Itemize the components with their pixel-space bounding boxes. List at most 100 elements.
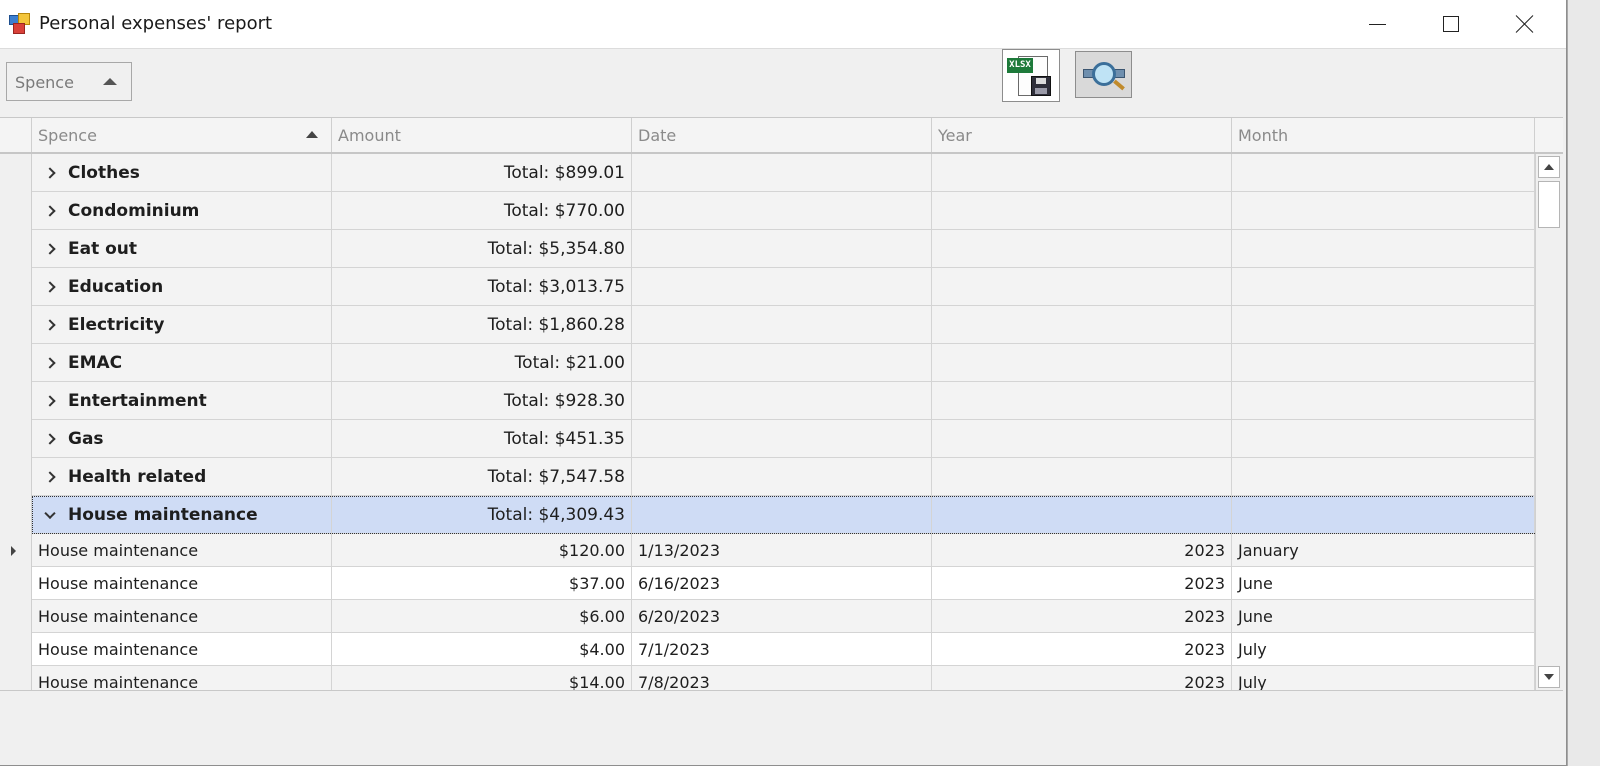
empty-cell bbox=[632, 496, 932, 533]
column-header-label: Year bbox=[938, 126, 972, 145]
column-header-label: Amount bbox=[338, 126, 401, 145]
year-cell[interactable]: 2023 bbox=[932, 633, 1232, 665]
sort-ascending-icon bbox=[103, 78, 117, 85]
group-total-cell: Total: $5,354.80 bbox=[332, 230, 632, 267]
report-window: Personal expenses' report Spence XLSX Sp… bbox=[0, 0, 1567, 766]
year-cell[interactable]: 2023 bbox=[932, 567, 1232, 599]
month-cell[interactable]: January bbox=[1232, 534, 1535, 566]
amount-cell[interactable]: $37.00 bbox=[332, 567, 632, 599]
spence-cell[interactable]: House maintenance bbox=[32, 534, 332, 566]
maximize-icon bbox=[1443, 16, 1459, 32]
table-row[interactable]: House maintenance $6.00 6/20/2023 2023 June bbox=[32, 600, 1535, 633]
group-name: EMAC bbox=[68, 352, 123, 373]
date-cell[interactable]: 7/8/2023 bbox=[632, 666, 932, 690]
maximize-button[interactable] bbox=[1414, 0, 1488, 48]
export-xlsx-button[interactable]: XLSX bbox=[1002, 49, 1060, 102]
group-name-cell: Entertainment bbox=[32, 382, 332, 419]
print-preview-button[interactable] bbox=[1075, 51, 1132, 98]
group-row[interactable]: Health related Total: $7,547.58 bbox=[32, 458, 1535, 496]
vertical-scrollbar[interactable] bbox=[1535, 154, 1563, 690]
empty-cell bbox=[932, 420, 1232, 457]
chevron-right-icon[interactable] bbox=[44, 204, 56, 217]
group-total-cell: Total: $21.00 bbox=[332, 344, 632, 381]
minimize-button[interactable] bbox=[1340, 0, 1414, 48]
chevron-right-icon[interactable] bbox=[44, 394, 56, 407]
date-cell[interactable]: 6/16/2023 bbox=[632, 567, 932, 599]
close-button[interactable] bbox=[1488, 0, 1562, 48]
group-name: Health related bbox=[68, 466, 207, 487]
chevron-right-icon[interactable] bbox=[44, 166, 56, 179]
xlsx-badge: XLSX bbox=[1007, 58, 1033, 73]
month-cell[interactable]: July bbox=[1232, 666, 1535, 690]
table-row[interactable]: House maintenance $14.00 7/8/2023 2023 July bbox=[32, 666, 1535, 690]
table-row[interactable]: House maintenance $37.00 6/16/2023 2023 June bbox=[32, 567, 1535, 600]
chevron-down-icon[interactable] bbox=[44, 507, 56, 519]
group-name: Clothes bbox=[68, 162, 140, 183]
group-name-cell: EMAC bbox=[32, 344, 332, 381]
empty-cell bbox=[1232, 268, 1535, 305]
scroll-down-button[interactable] bbox=[1538, 666, 1560, 688]
empty-cell bbox=[932, 496, 1232, 533]
column-header-month[interactable]: Month bbox=[1232, 118, 1535, 152]
scrollbar-thumb[interactable] bbox=[1538, 181, 1560, 228]
minimize-icon bbox=[1368, 23, 1386, 25]
close-icon bbox=[1516, 15, 1534, 33]
group-row[interactable]: Clothes Total: $899.01 bbox=[32, 154, 1535, 192]
group-row[interactable]: EMAC Total: $21.00 bbox=[32, 344, 1535, 382]
group-total-cell: Total: $770.00 bbox=[332, 192, 632, 229]
empty-cell bbox=[932, 382, 1232, 419]
month-cell[interactable]: July bbox=[1232, 633, 1535, 665]
group-row[interactable]: Condominium Total: $770.00 bbox=[32, 192, 1535, 230]
row-indicator-column bbox=[0, 154, 32, 690]
amount-cell[interactable]: $4.00 bbox=[332, 633, 632, 665]
chevron-right-icon[interactable] bbox=[44, 356, 56, 369]
spence-cell[interactable]: House maintenance bbox=[32, 633, 332, 665]
year-cell[interactable]: 2023 bbox=[932, 600, 1232, 632]
group-total-cell: Total: $928.30 bbox=[332, 382, 632, 419]
group-row[interactable]: Eat out Total: $5,354.80 bbox=[32, 230, 1535, 268]
amount-cell[interactable]: $14.00 bbox=[332, 666, 632, 690]
empty-cell bbox=[932, 268, 1232, 305]
group-row[interactable]: Education Total: $3,013.75 bbox=[32, 268, 1535, 306]
group-name-cell: House maintenance bbox=[32, 496, 332, 533]
spence-cell[interactable]: House maintenance bbox=[32, 567, 332, 599]
column-header-amount[interactable]: Amount bbox=[332, 118, 632, 152]
amount-cell[interactable]: $120.00 bbox=[332, 534, 632, 566]
chevron-right-icon[interactable] bbox=[44, 318, 56, 331]
group-name-cell: Gas bbox=[32, 420, 332, 457]
month-cell[interactable]: June bbox=[1232, 600, 1535, 632]
table-row[interactable]: House maintenance $120.00 1/13/2023 2023 Jan… bbox=[32, 534, 1535, 567]
group-by-dropdown[interactable]: Spence bbox=[6, 62, 132, 101]
group-name-cell: Electricity bbox=[32, 306, 332, 343]
expenses-grid[interactable]: Spence Amount Date Year Month Clothes Tot… bbox=[0, 117, 1563, 691]
amount-cell[interactable]: $6.00 bbox=[332, 600, 632, 632]
year-cell[interactable]: 2023 bbox=[932, 666, 1232, 690]
date-cell[interactable]: 1/13/2023 bbox=[632, 534, 932, 566]
group-row[interactable]: House maintenance Total: $4,309.43 bbox=[32, 496, 1535, 534]
group-row[interactable]: Gas Total: $451.35 bbox=[32, 420, 1535, 458]
group-row[interactable]: Electricity Total: $1,860.28 bbox=[32, 306, 1535, 344]
spence-cell[interactable]: House maintenance bbox=[32, 600, 332, 632]
group-row[interactable]: Entertainment Total: $928.30 bbox=[32, 382, 1535, 420]
chevron-right-icon[interactable] bbox=[44, 280, 56, 293]
chevron-right-icon[interactable] bbox=[44, 470, 56, 483]
column-header-date[interactable]: Date bbox=[632, 118, 932, 152]
empty-cell bbox=[1232, 420, 1535, 457]
year-cell[interactable]: 2023 bbox=[932, 534, 1232, 566]
chevron-right-icon[interactable] bbox=[44, 432, 56, 445]
empty-cell bbox=[932, 192, 1232, 229]
sort-ascending-icon bbox=[306, 131, 318, 138]
column-header-spence[interactable]: Spence bbox=[32, 118, 332, 152]
date-cell[interactable]: 6/20/2023 bbox=[632, 600, 932, 632]
group-name: House maintenance bbox=[68, 504, 258, 525]
spence-cell[interactable]: House maintenance bbox=[32, 666, 332, 690]
date-cell[interactable]: 7/1/2023 bbox=[632, 633, 932, 665]
floppy-disk-icon bbox=[1031, 76, 1051, 96]
chevron-right-icon[interactable] bbox=[44, 242, 56, 255]
month-cell[interactable]: June bbox=[1232, 567, 1535, 599]
empty-cell bbox=[932, 154, 1232, 191]
title-bar[interactable]: Personal expenses' report bbox=[0, 0, 1566, 49]
table-row[interactable]: House maintenance $4.00 7/1/2023 2023 July bbox=[32, 633, 1535, 666]
column-header-year[interactable]: Year bbox=[932, 118, 1232, 152]
scroll-up-button[interactable] bbox=[1538, 156, 1560, 178]
